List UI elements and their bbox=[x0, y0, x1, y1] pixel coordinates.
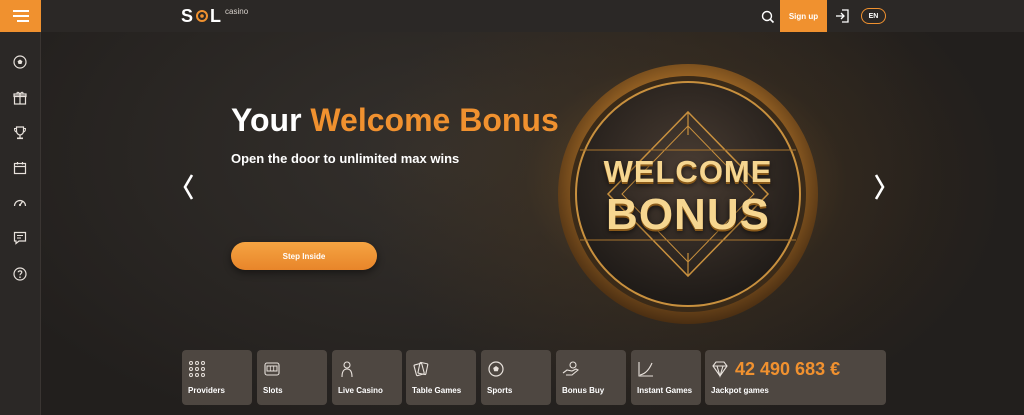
gift-icon[interactable] bbox=[12, 90, 28, 106]
top-bar: S L casino Sign up EN bbox=[0, 0, 1024, 32]
hero-title-white: Your bbox=[231, 102, 311, 138]
language-selector[interactable]: EN bbox=[861, 8, 886, 24]
category-table-games[interactable]: Table Games bbox=[406, 350, 476, 405]
help-icon[interactable] bbox=[12, 266, 28, 282]
coin-line-bonus: BONUS bbox=[606, 190, 770, 239]
cards-icon bbox=[413, 361, 429, 377]
chevron-right-icon[interactable] bbox=[873, 172, 887, 202]
speedometer-icon[interactable] bbox=[12, 195, 28, 211]
logo-letter-l: L bbox=[210, 6, 223, 26]
category-jackpot[interactable]: 42 490 683 € Jackpot games bbox=[705, 350, 886, 405]
search-icon bbox=[761, 10, 775, 24]
soccer-ball-icon[interactable] bbox=[12, 54, 28, 70]
category-label: Jackpot games bbox=[711, 386, 769, 395]
calendar-icon[interactable] bbox=[12, 160, 28, 176]
hamburger-icon bbox=[12, 10, 29, 22]
login-icon bbox=[836, 9, 849, 23]
dealer-icon bbox=[341, 361, 353, 378]
chevron-left-icon[interactable] bbox=[181, 172, 195, 202]
category-slots[interactable]: Slots bbox=[257, 350, 327, 405]
category-bonus-buy[interactable]: Bonus Buy bbox=[556, 350, 626, 405]
sidebar bbox=[0, 32, 41, 415]
menu-button[interactable] bbox=[0, 0, 41, 32]
category-instant-games[interactable]: Instant Games bbox=[631, 350, 701, 405]
diamond-icon bbox=[712, 361, 728, 378]
category-label: Live Casino bbox=[338, 386, 383, 395]
login-button[interactable] bbox=[834, 8, 850, 24]
soccer-ball-icon bbox=[488, 361, 504, 377]
grid-dots-icon bbox=[189, 361, 205, 377]
chart-rising-icon bbox=[638, 362, 653, 377]
logo-wordmark: S L bbox=[181, 5, 222, 27]
chat-icon[interactable] bbox=[12, 230, 28, 246]
category-sports[interactable]: Sports bbox=[481, 350, 551, 405]
coin-line-welcome: WELCOME bbox=[603, 154, 773, 189]
sun-icon bbox=[196, 10, 209, 22]
category-label: Bonus Buy bbox=[562, 386, 605, 395]
signup-button[interactable]: Sign up bbox=[780, 0, 827, 32]
jackpot-amount: 42 490 683 € bbox=[735, 359, 841, 379]
slot-machine-icon bbox=[264, 362, 280, 376]
welcome-bonus-coin: WELCOME BONUS bbox=[554, 60, 822, 328]
category-label: Slots bbox=[263, 386, 283, 395]
hero-title: Your Welcome Bonus bbox=[231, 102, 559, 139]
hero-title-accent: Welcome Bonus bbox=[310, 102, 559, 138]
category-live-casino[interactable]: Live Casino bbox=[332, 350, 402, 405]
search-button[interactable] bbox=[759, 8, 777, 26]
category-label: Providers bbox=[188, 386, 225, 395]
category-label: Sports bbox=[487, 386, 513, 395]
trophy-icon[interactable] bbox=[12, 125, 28, 141]
logo-letter-s: S bbox=[181, 6, 195, 26]
hand-coin-icon bbox=[562, 361, 579, 376]
step-inside-button[interactable]: Step Inside bbox=[231, 242, 377, 270]
category-providers[interactable]: Providers bbox=[182, 350, 252, 405]
category-label: Instant Games bbox=[637, 386, 693, 395]
logo-subtitle: casino bbox=[225, 7, 249, 16]
hero-subtitle: Open the door to unlimited max wins bbox=[231, 151, 460, 166]
category-label: Table Games bbox=[412, 386, 462, 395]
logo[interactable]: S L casino bbox=[181, 5, 248, 27]
